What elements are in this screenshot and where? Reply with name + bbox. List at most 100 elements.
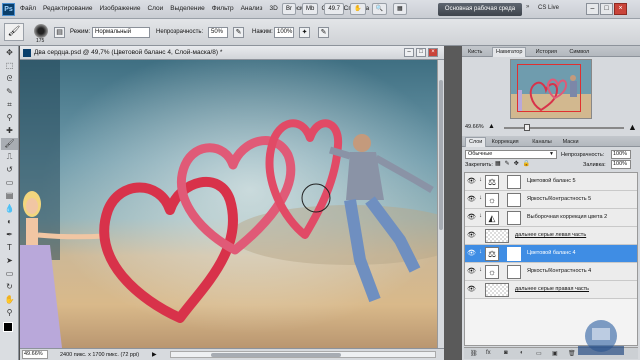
menu-item[interactable]: Выделение — [170, 5, 204, 12]
status-zoom-field[interactable]: 49.66% — [22, 350, 48, 359]
layer-thumbnail[interactable] — [485, 283, 509, 297]
image-canvas[interactable] — [20, 60, 444, 348]
zoom-level-field[interactable]: 49.7 — [324, 3, 345, 15]
arrange-documents-icon[interactable]: ▦ — [393, 3, 407, 15]
foreground-color-swatch[interactable] — [3, 322, 13, 332]
layer-row[interactable]: 👁 ↓ ◭ Выборочная коррекция цвета 2 — [465, 209, 637, 227]
zoom-tool-icon[interactable]: ⚲ — [1, 307, 18, 319]
flow-field[interactable]: 100% — [274, 27, 294, 38]
levels-icon[interactable]: ◭ — [485, 211, 499, 225]
horizontal-scrollbar[interactable] — [170, 351, 436, 358]
doc-maximize-icon[interactable]: □ — [416, 48, 426, 57]
menu-item[interactable]: Редактирование — [43, 5, 93, 12]
new-group-icon[interactable]: ▭ — [536, 350, 542, 357]
panel-tab[interactable]: История — [533, 48, 560, 57]
layer-mask-thumbnail[interactable] — [507, 265, 521, 279]
panel-tab[interactable]: Кисть — [465, 48, 485, 57]
vertical-scrollbar[interactable] — [437, 60, 444, 348]
doc-close-icon[interactable]: × — [428, 48, 438, 57]
layer-row[interactable]: 👁 дальнее серые левая часть — [465, 227, 637, 245]
stamp-tool-icon[interactable]: ⎍ — [1, 151, 18, 163]
gradient-tool-icon[interactable]: ▤ — [1, 190, 18, 202]
visibility-eye-icon[interactable]: 👁 — [467, 268, 476, 275]
maximize-icon[interactable]: □ — [600, 3, 613, 15]
document-tab[interactable]: Два сердца.psd @ 49,7% (Цветовой баланс … — [20, 46, 444, 60]
menu-item[interactable]: Изображение — [100, 5, 141, 12]
layer-style-icon[interactable]: fx — [486, 350, 491, 356]
move-tool-icon[interactable]: ✥ — [1, 47, 18, 59]
visibility-eye-icon[interactable]: 👁 — [467, 178, 476, 185]
dodge-tool-icon[interactable]: ◐ — [1, 216, 18, 228]
eraser-tool-icon[interactable]: ▭ — [1, 177, 18, 189]
navigator-thumbnail[interactable] — [510, 59, 592, 119]
menu-item[interactable]: Слои — [147, 5, 163, 12]
pressure-opacity-icon[interactable]: ✎ — [233, 27, 244, 38]
status-menu-icon[interactable]: ▶ — [152, 351, 157, 358]
doc-minimize-icon[interactable]: – — [404, 48, 414, 57]
workspace-menu-icon[interactable]: » — [526, 4, 529, 10]
menu-item[interactable]: Анализ — [241, 5, 263, 12]
sun-icon[interactable]: ☼ — [485, 265, 499, 279]
crop-tool-icon[interactable]: ⌗ — [1, 99, 18, 111]
menu-item[interactable]: Фильтр — [212, 5, 234, 12]
eyedropper-tool-icon[interactable]: ⚲ — [1, 112, 18, 124]
brush-tool-preset-icon[interactable]: 🖌 — [4, 23, 24, 41]
balance-icon[interactable]: ⚖ — [485, 247, 499, 261]
horizontal-scroll-thumb[interactable] — [211, 353, 341, 357]
bridge-button[interactable]: Br — [282, 3, 296, 15]
pen-tool-icon[interactable]: ✒ — [1, 229, 18, 241]
link-layers-icon[interactable]: ⛓ — [470, 350, 478, 357]
add-mask-icon[interactable]: ◙ — [504, 350, 508, 356]
lock-pixels-icon[interactable]: ✎ — [505, 160, 510, 167]
panel-tab[interactable]: Каналы — [529, 138, 555, 147]
menu-item[interactable]: 3D — [270, 5, 278, 12]
navigator-zoom-slider[interactable] — [504, 127, 624, 129]
layer-row[interactable]: 👁 ↓ ⚖ Цветовой баланс 4 — [465, 245, 637, 263]
sun-icon[interactable]: ☼ — [485, 193, 499, 207]
minimize-icon[interactable]: – — [586, 3, 599, 15]
minibridge-button[interactable]: Mb — [302, 3, 319, 15]
layer-mask-thumbnail[interactable] — [507, 247, 521, 261]
brush-preview-icon[interactable] — [34, 24, 48, 38]
hand-tool-icon[interactable]: ✋ — [1, 294, 18, 306]
zoom-tool-icon[interactable]: 🔍 — [371, 3, 387, 15]
blend-mode-select[interactable]: Обычные — [465, 150, 557, 159]
lasso-tool-icon[interactable]: ᘓ — [1, 73, 18, 85]
menu-item[interactable]: Файл — [20, 5, 36, 12]
layer-mask-thumbnail[interactable] — [507, 193, 521, 207]
zoom-in-icon[interactable]: ▲ — [628, 122, 637, 132]
layer-thumbnail[interactable] — [485, 229, 509, 243]
3d-rotate-tool-icon[interactable]: ↻ — [1, 281, 18, 293]
brush-panel-icon[interactable]: ▤ — [54, 27, 65, 38]
airbrush-icon[interactable]: ✦ — [299, 27, 310, 38]
visibility-eye-icon[interactable]: 👁 — [467, 214, 476, 221]
layer-mask-thumbnail[interactable] — [507, 211, 521, 225]
hand-tool-icon[interactable]: ✋ — [350, 3, 366, 15]
balance-icon[interactable]: ⚖ — [485, 175, 499, 189]
panel-tab[interactable]: Слои — [465, 137, 487, 147]
adjustment-layer-icon[interactable]: ◐ — [520, 350, 524, 356]
cs-live-button[interactable]: CS Live — [538, 5, 559, 11]
panel-tab[interactable]: Коррекция — [489, 138, 522, 147]
healing-tool-icon[interactable]: ✚ — [1, 125, 18, 137]
quick-select-tool-icon[interactable]: ✎ — [1, 86, 18, 98]
navigator-zoom-knob[interactable] — [524, 124, 530, 131]
close-icon[interactable]: × — [614, 3, 627, 15]
panel-tab[interactable]: Навигатор — [492, 47, 527, 57]
blur-tool-icon[interactable]: 💧 — [1, 203, 18, 215]
type-tool-icon[interactable]: T — [1, 242, 18, 254]
path-select-tool-icon[interactable]: ➤ — [1, 255, 18, 267]
zoom-out-icon[interactable]: ▲ — [488, 123, 495, 130]
lock-transparency-icon[interactable]: ▦ — [495, 160, 501, 167]
fill-field[interactable]: 100% — [611, 160, 631, 169]
layer-row[interactable]: 👁 ↓ ⚖ Цветовой баланс 5 — [465, 173, 637, 191]
opacity-field[interactable]: 50% — [208, 27, 228, 38]
new-layer-icon[interactable]: ▣ — [552, 350, 558, 357]
pressure-size-icon[interactable]: ✎ — [318, 27, 329, 38]
navigator-view-box[interactable] — [517, 64, 581, 112]
visibility-eye-icon[interactable]: 👁 — [467, 232, 476, 239]
layer-row[interactable]: 👁 ↓ ☼ Яркость/Контрастность 5 — [465, 191, 637, 209]
layer-opacity-field[interactable]: 100% — [611, 150, 631, 159]
lock-position-icon[interactable]: ✥ — [514, 160, 519, 167]
marquee-tool-icon[interactable]: ⬚ — [1, 60, 18, 72]
